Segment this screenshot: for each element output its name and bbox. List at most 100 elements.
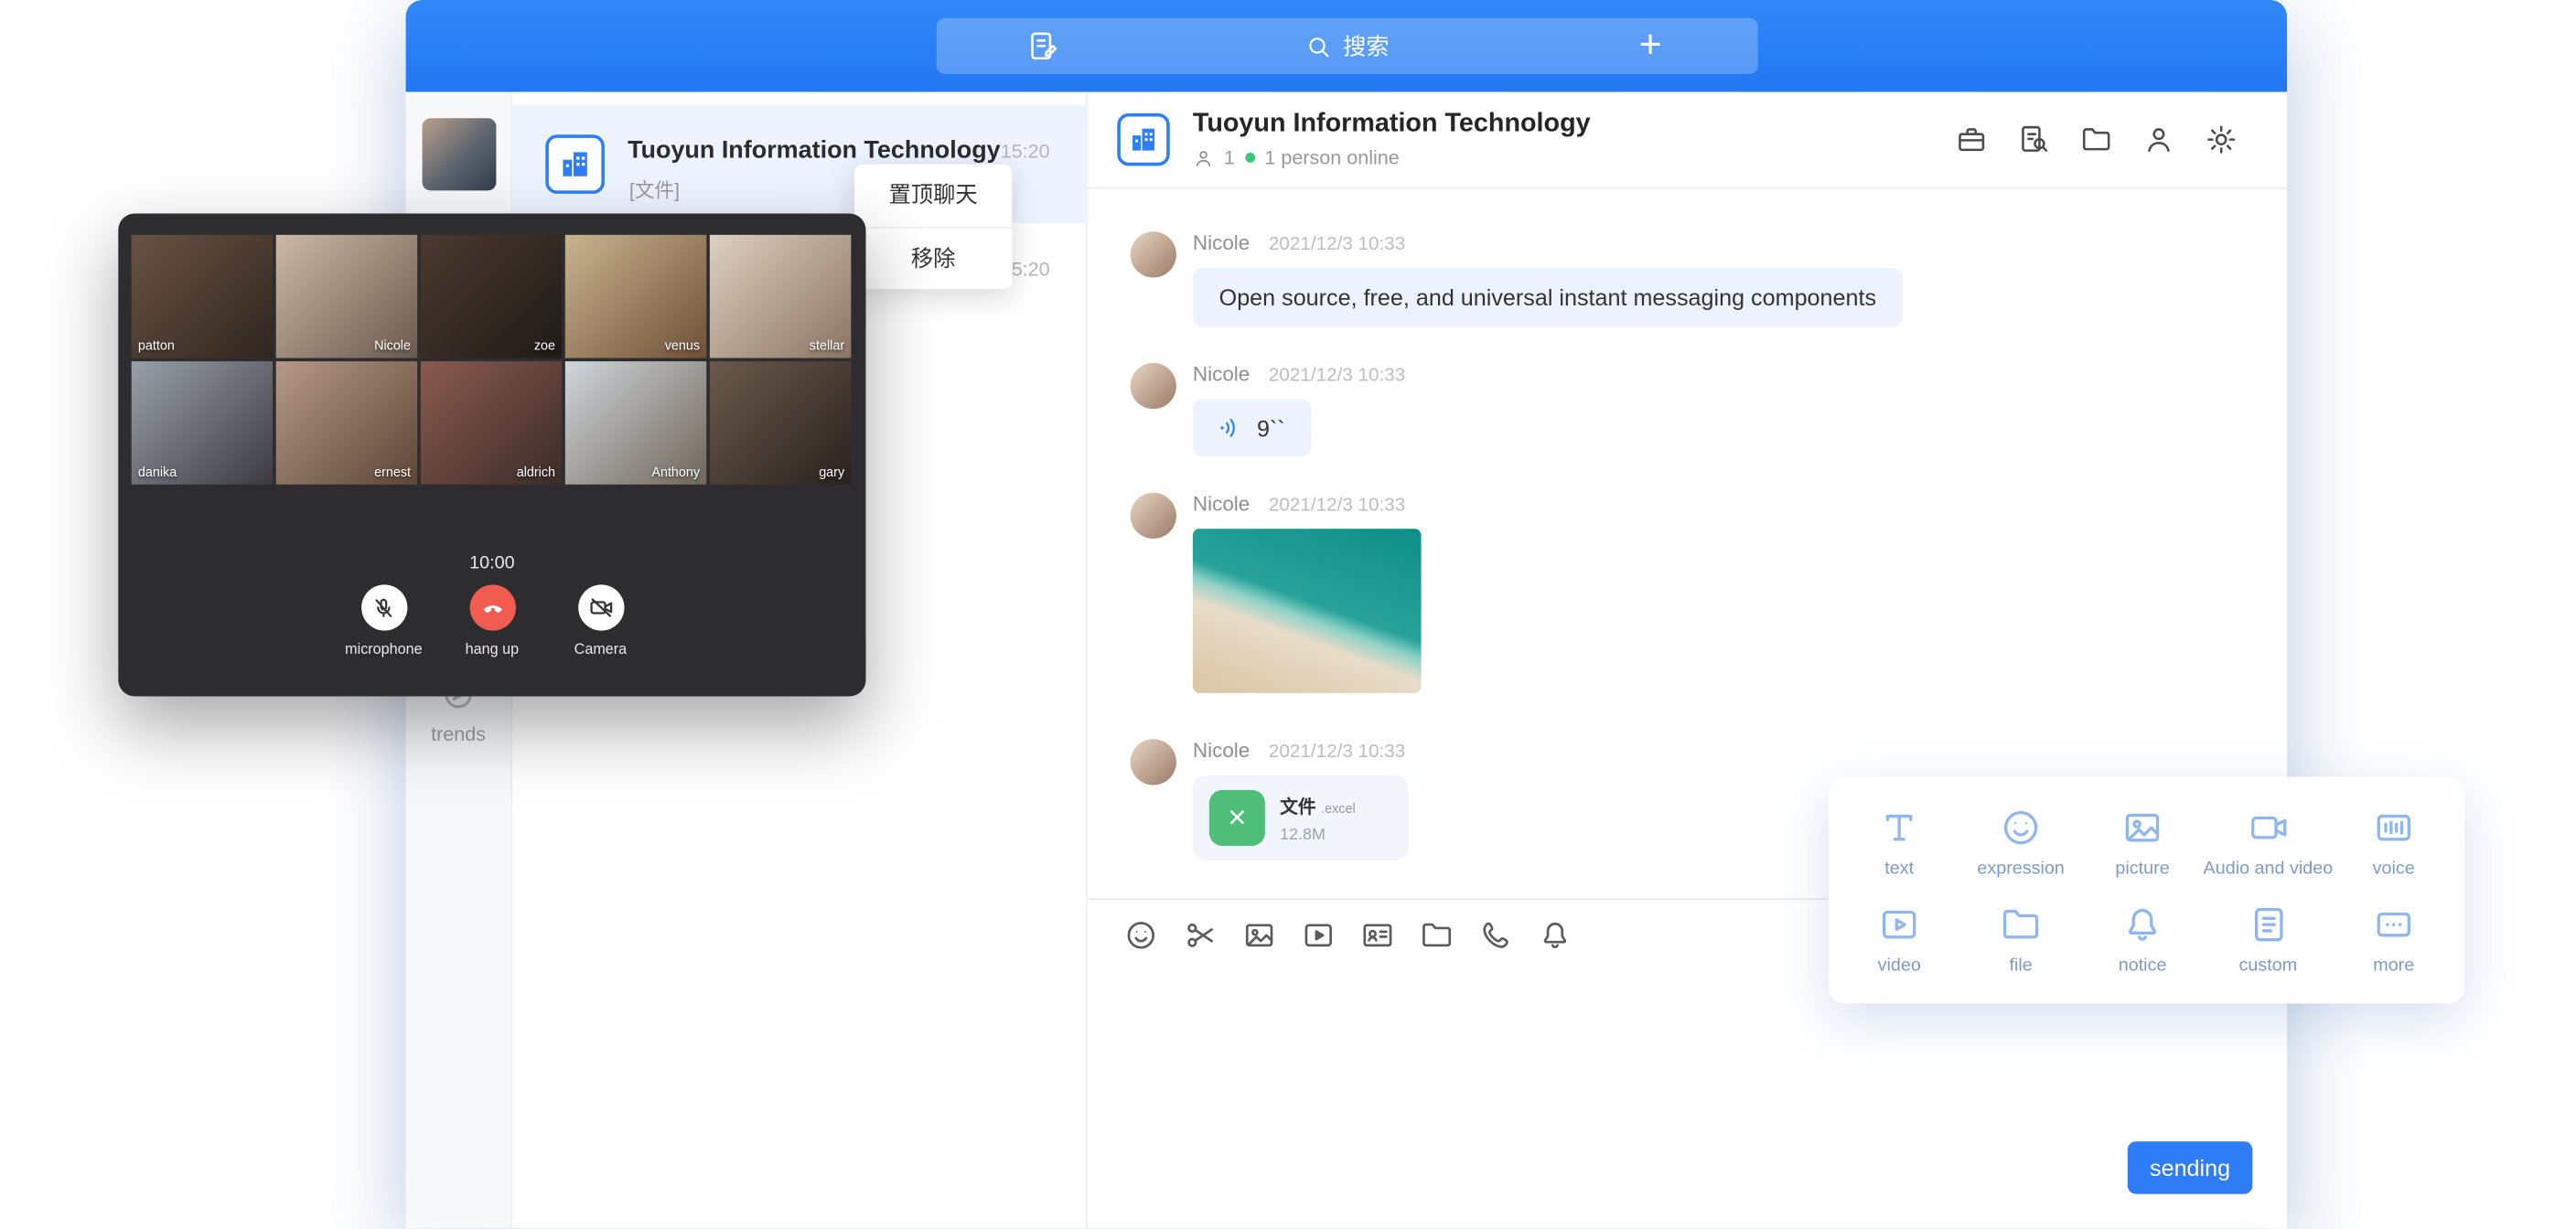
image-icon[interactable]	[1242, 918, 1277, 953]
chat-meta: 1 1 person online	[1193, 146, 1591, 169]
user-avatar[interactable]	[423, 118, 497, 190]
file-info: 文件 .excel 12.8M	[1280, 793, 1356, 844]
file-size: 12.8M	[1280, 825, 1356, 843]
menu-item-pin-chat[interactable]: 置顶聊天	[854, 165, 1012, 227]
participant-name: stellar	[810, 338, 844, 353]
sender-avatar[interactable]	[1131, 493, 1176, 539]
microphone-toggle[interactable]: microphone	[334, 584, 433, 657]
add-button[interactable]: +	[1543, 27, 1756, 66]
feature-expression[interactable]: expression	[1960, 793, 2082, 890]
feature-picture[interactable]: picture	[2082, 793, 2204, 890]
participant-name: danika	[138, 465, 177, 479]
excel-file-icon: ✕	[1209, 790, 1265, 846]
sender-name: Nicole	[1193, 739, 1250, 762]
message-time: 2021/12/3 10:33	[1269, 235, 1405, 255]
hang-up-icon	[469, 584, 515, 630]
emoji-icon[interactable]	[1123, 918, 1158, 953]
video-call-window: patton Nicole zoe venus stellar danika e…	[118, 213, 865, 696]
text-message-bubble: Open source, free, and universal instant…	[1193, 268, 1903, 327]
camera-label: Camera	[552, 640, 650, 657]
send-button[interactable]: sending	[2128, 1141, 2252, 1193]
file-message-card[interactable]: ✕ 文件 .excel 12.8M	[1193, 775, 1408, 860]
search-input[interactable]: 搜索	[1149, 29, 1543, 62]
toolbox-icon[interactable]	[1955, 123, 1988, 156]
feature-video[interactable]: video	[1839, 890, 1960, 987]
call-phone-icon[interactable]	[1478, 918, 1513, 953]
call-controls: microphone hang up Camera	[118, 584, 865, 657]
message-row-text: Nicole 2021/12/3 10:33 Open source, free…	[1131, 231, 2245, 326]
participant-name: aldrich	[517, 465, 555, 479]
feature-file[interactable]: file	[1960, 890, 2082, 987]
folder-icon[interactable]	[2080, 123, 2113, 156]
video-play-icon	[1878, 903, 1921, 946]
video-camera-icon	[2247, 806, 2290, 849]
message-row-voice: Nicole 2021/12/3 10:33 9``	[1131, 363, 2245, 456]
screenshot-scissors-icon[interactable]	[1183, 918, 1218, 953]
participant-name: ernest	[374, 465, 411, 479]
feature-notice[interactable]: notice	[2082, 890, 2204, 987]
file-folder-icon[interactable]	[1420, 918, 1454, 953]
video-clip-icon[interactable]	[1301, 918, 1336, 953]
message-head: Nicole 2021/12/3 10:33	[1193, 231, 2244, 254]
message-time: 2021/12/3 10:33	[1269, 367, 1405, 387]
file-search-icon[interactable]	[2017, 123, 2050, 156]
trends-label: trends	[406, 722, 511, 745]
more-ellipsis-icon	[2372, 903, 2415, 946]
group-building-icon	[545, 134, 605, 194]
participant-name: gary	[819, 465, 844, 479]
sender-avatar[interactable]	[1131, 739, 1176, 785]
message-head: Nicole 2021/12/3 10:33	[1193, 739, 2244, 762]
participant-name: Nicole	[374, 338, 411, 353]
chat-title: Tuoyun Information Technology	[1193, 110, 1591, 139]
picture-icon	[2121, 806, 2164, 849]
microphone-off-icon	[360, 584, 406, 630]
sender-name: Nicole	[1193, 363, 1250, 386]
chat-header: Tuoyun Information Technology 1 1 person…	[1088, 92, 2287, 189]
hang-up-label: hang up	[443, 640, 542, 657]
participant-tile: patton	[132, 235, 273, 358]
contact-card-icon[interactable]	[1360, 918, 1395, 953]
chat-header-text: Tuoyun Information Technology 1 1 person…	[1193, 110, 1591, 169]
participant-tile: danika	[132, 361, 273, 485]
bell-icon	[2121, 903, 2164, 946]
notes-button[interactable]	[936, 29, 1149, 62]
image-message-beach-photo[interactable]	[1193, 529, 1422, 693]
folder-icon	[2000, 903, 2043, 946]
feature-custom[interactable]: custom	[2204, 890, 2334, 987]
hang-up-button[interactable]: hang up	[443, 584, 542, 657]
note-edit-icon	[1026, 29, 1059, 62]
text-icon	[1878, 806, 1921, 849]
camera-toggle[interactable]: Camera	[552, 584, 650, 657]
group-building-icon	[1117, 113, 1169, 166]
feature-text[interactable]: text	[1839, 793, 1960, 890]
message-time: 2021/12/3 10:33	[1269, 496, 1405, 516]
member-count-icon	[1193, 147, 1214, 168]
voice-duration: 9``	[1257, 414, 1285, 441]
participant-tile: gary	[710, 361, 851, 485]
participant-name: venus	[665, 338, 700, 353]
message-type-panel: text expression picture Audio and video …	[1829, 777, 2464, 1004]
file-name: 文件	[1280, 797, 1316, 818]
settings-gear-icon[interactable]	[2205, 123, 2238, 156]
document-icon	[2247, 903, 2290, 946]
participant-grid: patton Nicole zoe venus stellar danika e…	[132, 235, 852, 485]
chat-area: Tuoyun Information Technology 1 1 person…	[1088, 92, 2287, 1229]
menu-item-remove[interactable]: 移除	[854, 227, 1012, 289]
participant-tile: stellar	[710, 235, 851, 358]
message-time: 2021/12/3 10:33	[1269, 743, 1405, 763]
camera-off-icon	[577, 584, 623, 630]
conversation-last-message: [文件]	[629, 176, 680, 204]
online-dot	[1245, 153, 1255, 163]
participant-tile: venus	[565, 235, 706, 358]
feature-audio-video[interactable]: Audio and video	[2204, 793, 2334, 890]
voice-message-bubble[interactable]: 9``	[1193, 399, 1312, 456]
member-icon[interactable]	[2142, 123, 2175, 156]
sender-avatar[interactable]	[1131, 363, 1176, 409]
feature-voice[interactable]: voice	[2333, 793, 2454, 890]
top-bar: 搜索 +	[406, 0, 2287, 92]
feature-more[interactable]: more	[2333, 890, 2454, 987]
notification-bell-icon[interactable]	[1538, 918, 1572, 953]
page: 搜索 + trends Tuoyun Inf	[0, 0, 2576, 1228]
online-status: 1 person online	[1264, 146, 1399, 169]
sender-avatar[interactable]	[1131, 231, 1176, 277]
